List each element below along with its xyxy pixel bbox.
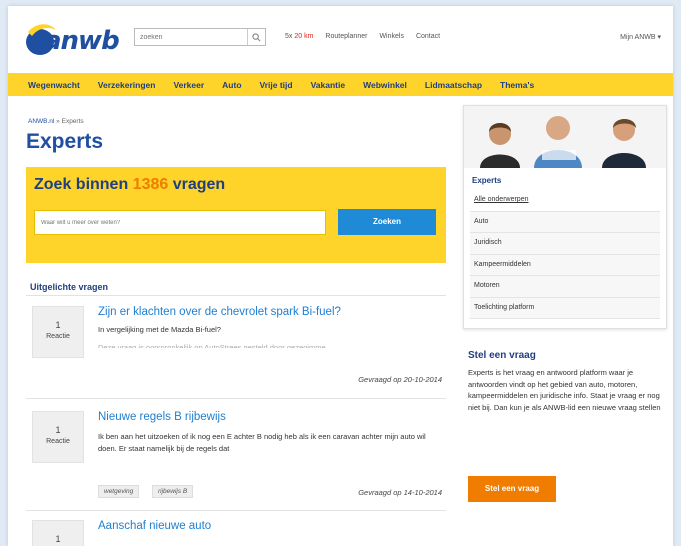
question-title[interactable]: Zijn er klachten over de chevrolet spark… — [98, 306, 341, 318]
reaction-count: 1 — [55, 320, 61, 330]
topic-item-motoren[interactable]: Motoren — [470, 276, 660, 298]
question-divider — [26, 398, 446, 399]
question-excerpt-faded: Deze vraag is oorspronkelijk op AutoStre… — [98, 343, 326, 348]
nav-item-webwinkel[interactable]: Webwinkel — [363, 80, 407, 90]
breadcrumb: ANWB.nl » Experts — [28, 118, 84, 125]
toplink-winkels[interactable]: Winkels — [379, 33, 404, 40]
site-header: anwb 5x 20 km Routeplanner Winkels Conta… — [8, 6, 673, 68]
topic-list: Alle onderwerpen Auto Juridisch Kampeerm… — [470, 190, 660, 319]
question-date: Gevraagd op 20-10-2014 — [358, 375, 442, 384]
reaction-count-box: 1 Reactie — [32, 411, 84, 463]
anwb-logo[interactable]: anwb — [22, 20, 126, 60]
question-excerpt: Ik ben aan het uitzoeken of ik nog een E… — [98, 432, 426, 453]
nav-item-verzekeringen[interactable]: Verzekeringen — [98, 80, 156, 90]
question-title[interactable]: Aanschaf nieuwe auto — [98, 520, 211, 532]
search-icon[interactable] — [247, 29, 265, 45]
nav-item-themas[interactable]: Thema's — [500, 80, 534, 90]
top-links: 5x 20 km Routeplanner Winkels Contact — [285, 33, 440, 40]
toplink-contact[interactable]: Contact — [416, 33, 440, 40]
experts-subtitle: Experts — [472, 176, 502, 185]
experts-photo — [464, 106, 666, 168]
search-panel-title-pre: Zoek binnen — [34, 176, 133, 193]
topic-item-toelichting-platform[interactable]: Toelichting platform — [470, 297, 660, 319]
account-menu[interactable]: Mijn ANWB ▾ — [620, 33, 661, 41]
reaction-count-box: 1 — [32, 520, 84, 546]
question-title[interactable]: Nieuwe regels B rijbewijs — [98, 411, 226, 423]
tag-wetgeving[interactable]: wetgeving — [98, 485, 140, 498]
tag-rijbewijs-b[interactable]: rijbewijs B — [152, 485, 194, 498]
logo-text: anwb — [44, 26, 120, 56]
ask-question-title: Stel een vraag — [468, 350, 536, 361]
ask-question-text: Experts is het vraag en antwoord platfor… — [468, 368, 661, 412]
question-count: 1386 — [132, 176, 169, 193]
questions-search-panel: Zoek binnen 1386 vragen Zoeken — [26, 167, 446, 263]
nav-item-vakantie[interactable]: Vakantie — [311, 80, 346, 90]
featured-questions-title: Uitgelichte vragen — [30, 282, 109, 292]
site-search-input[interactable] — [135, 29, 243, 45]
nav-item-lidmaatschap[interactable]: Lidmaatschap — [425, 80, 482, 90]
experts-sidebar-panel: Experts Alle onderwerpen Auto Juridisch … — [463, 105, 667, 329]
experts-people-image — [464, 106, 666, 168]
main-nav: Wegenwacht Verzekeringen Verkeer Auto Vr… — [8, 73, 673, 96]
nav-item-verkeer[interactable]: Verkeer — [173, 80, 204, 90]
search-panel-title-post: vragen — [168, 176, 226, 193]
search-button[interactable]: Zoeken — [338, 209, 436, 235]
toplink-traffic[interactable]: 5x 20 km — [285, 33, 313, 40]
nav-item-auto[interactable]: Auto — [222, 80, 241, 90]
toplink-traffic-pre: 5x — [285, 33, 295, 40]
breadcrumb-separator: » — [54, 118, 62, 125]
reaction-label: Reactie — [46, 438, 70, 445]
question-divider — [26, 510, 446, 511]
page: anwb 5x 20 km Routeplanner Winkels Conta… — [8, 6, 673, 546]
question-excerpt: In vergelijking met de Mazda Bi-fuel? — [98, 325, 221, 334]
reaction-count-box: 1 Reactie — [32, 306, 84, 358]
reaction-count: 1 — [55, 425, 61, 435]
site-search[interactable] — [134, 28, 266, 46]
topic-item-kampeermiddelen[interactable]: Kampeermiddelen — [470, 254, 660, 276]
nav-item-vrije-tijd[interactable]: Vrije tijd — [260, 80, 293, 90]
toplink-traffic-km: 20 km — [294, 33, 314, 40]
reaction-label: Reactie — [46, 333, 70, 340]
ask-question-button[interactable]: Stel een vraag — [468, 476, 556, 502]
question-date: Gevraagd op 14-10-2014 — [358, 488, 442, 497]
page-title: Experts — [26, 130, 104, 153]
breadcrumb-current: Experts — [61, 118, 84, 125]
topic-item-juridisch[interactable]: Juridisch — [470, 233, 660, 255]
breadcrumb-home[interactable]: ANWB.nl — [28, 118, 54, 125]
questions-search-input[interactable] — [34, 210, 326, 235]
toplink-routeplanner[interactable]: Routeplanner — [325, 33, 367, 40]
nav-item-wegenwacht[interactable]: Wegenwacht — [28, 80, 80, 90]
reaction-count: 1 — [55, 534, 61, 544]
section-divider — [26, 295, 446, 296]
search-panel-title: Zoek binnen 1386 vragen — [34, 176, 225, 194]
topic-item-auto[interactable]: Auto — [470, 211, 660, 233]
topic-item-alle-onderwerpen[interactable]: Alle onderwerpen — [470, 190, 660, 212]
